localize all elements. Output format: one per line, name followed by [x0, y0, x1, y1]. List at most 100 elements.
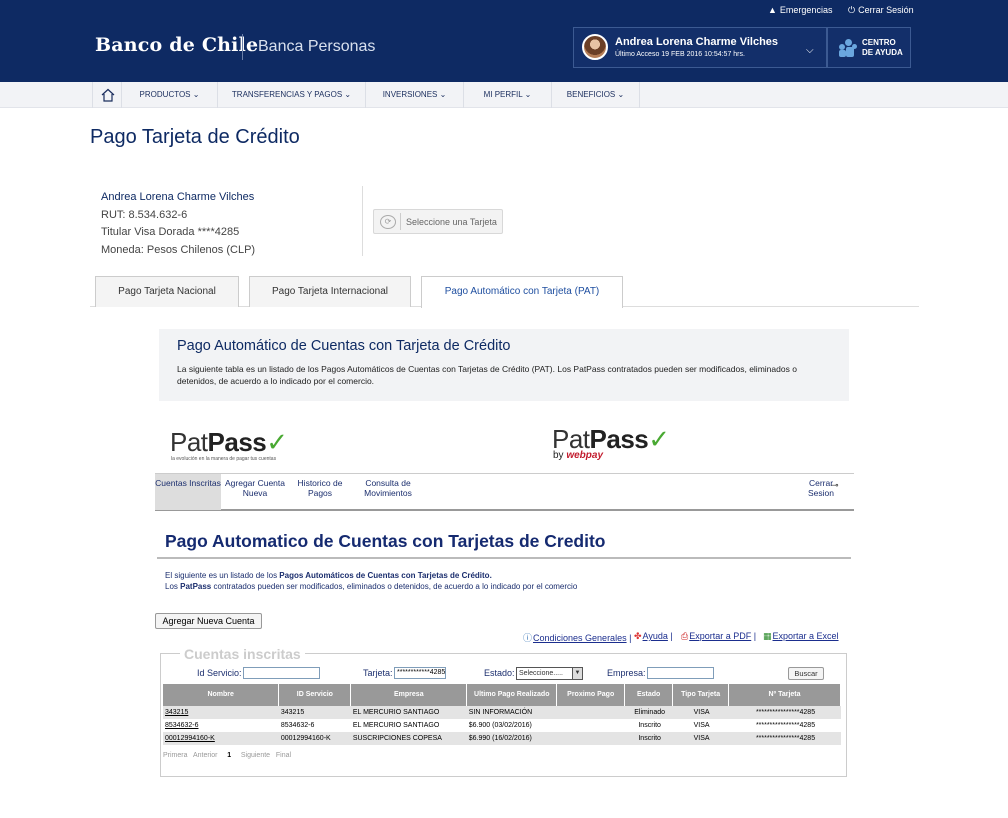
pat-app-title: Pago Automatico de Cuentas con Tarjetas …: [165, 531, 606, 551]
cell-nombre[interactable]: 343215: [163, 706, 279, 719]
user-name: Andrea Lorena Charme Vilches: [615, 36, 779, 48]
info-icon: ⓘ: [523, 633, 533, 643]
cell-id: 00012994160-K: [278, 732, 351, 745]
pdf-icon: ⎙: [681, 631, 689, 641]
cell-nombre[interactable]: 00012994160-K: [163, 732, 279, 745]
pager-current: 1: [227, 752, 232, 759]
pager-prev[interactable]: Anterior: [193, 752, 218, 759]
add-new-account-button[interactable]: Agregar Nueva Cuenta: [155, 613, 262, 629]
cell-tarjeta: ****************4285: [728, 732, 841, 745]
cell-proximo-pago: [556, 706, 625, 719]
cell-empresa: SUSCRIPCIONES COPESA: [350, 732, 467, 745]
brand-subtitle: Banca Personas: [258, 38, 376, 55]
table-row: 343215 343215 EL MERCURIO SANTIAGO SIN I…: [163, 706, 841, 719]
pager-next[interactable]: Siguiente: [241, 752, 270, 759]
status-select[interactable]: Seleccione..... ▼: [516, 667, 583, 680]
tab-nacional[interactable]: Pago Tarjeta Nacional: [95, 276, 239, 307]
cell-ultimo-pago: $6.990 (16/02/2016): [466, 732, 557, 745]
col-tipo-tarjeta[interactable]: Tipo Tarjeta: [672, 684, 730, 706]
nav-transferencias[interactable]: TRANSFERENCIAS Y PAGOS ⌄: [218, 82, 366, 108]
help-link[interactable]: ✤Ayuda |: [634, 631, 673, 642]
company-input[interactable]: [647, 667, 714, 679]
help-center-button[interactable]: CENTRO DE AYUDA: [827, 27, 911, 68]
patpass-tab-consulta[interactable]: Consulta de Movimientos: [355, 474, 421, 510]
card-label: Tarjeta:: [363, 668, 393, 678]
top-header: ▲ Emergencias ⏻ Cerrar Sesión Banco de Chi…: [0, 0, 1008, 82]
people-icon: [838, 38, 858, 58]
col-proximo-pago[interactable]: Proximo Pago: [556, 684, 626, 706]
chevron-down-icon[interactable]: ⌵: [806, 45, 814, 56]
excel-icon: ▦: [763, 631, 772, 641]
patpass-nav: Cuentas Inscritas Agregar Cuenta Nueva H…: [155, 473, 854, 511]
col-estado[interactable]: Estado: [624, 684, 674, 706]
cell-ultimo-pago: $6.900 (03/02/2016): [468, 722, 532, 729]
search-button[interactable]: Buscar: [788, 667, 824, 680]
id-service-input[interactable]: [243, 667, 320, 679]
id-service-label: Id Servicio:: [197, 668, 242, 678]
tab-internacional[interactable]: Pago Tarjeta Internacional: [249, 276, 411, 307]
cell-tipo: VISA: [693, 722, 710, 729]
cell-empresa: EL MERCURIO SANTIAGO: [352, 722, 440, 729]
pager-last[interactable]: Final: [276, 752, 291, 759]
accounts-table: Nombre ID Servicio Empresa Ultimo Pago R…: [163, 684, 841, 745]
col-empresa[interactable]: Empresa: [350, 684, 468, 706]
export-pdf-link[interactable]: ⎙Exportar a PDF |: [681, 631, 756, 642]
home-icon[interactable]: [92, 82, 122, 108]
chevron-down-icon: ▼: [572, 668, 582, 679]
user-menu[interactable]: Andrea Lorena Charme Vilches Último Acce…: [573, 27, 827, 68]
cell-ultimo-pago: SIN INFORMACIÓN: [466, 706, 557, 719]
conditions-link[interactable]: ⓘCondiciones Generales |: [523, 631, 631, 644]
nav-beneficios[interactable]: BENEFICIOS ⌄: [552, 82, 640, 108]
cell-tipo: VISA: [672, 732, 729, 745]
account-card: Titular Visa Dorada ****4285: [101, 226, 240, 238]
cell-proximo-pago: [556, 732, 625, 745]
select-card-button[interactable]: ⟳ Seleccione una Tarjeta: [373, 209, 503, 234]
cell-id: 8534632-6: [280, 722, 315, 729]
button-divider: [400, 213, 401, 230]
emergency-link[interactable]: ▲ Emergencias: [768, 5, 832, 15]
pager-first[interactable]: Primera: [163, 752, 188, 759]
patpass-tab-agregar[interactable]: Agregar Cuenta Nueva: [221, 474, 289, 510]
col-nombre[interactable]: Nombre: [163, 684, 280, 706]
export-excel-link[interactable]: ▦Exportar a Excel: [763, 631, 839, 642]
info-text: La siguiente tabla es un listado de los …: [177, 364, 797, 386]
account-divider: [362, 186, 363, 256]
company-label: Empresa:: [607, 668, 646, 678]
nav-mi-perfil[interactable]: MI PERFIL ⌄: [464, 82, 552, 108]
card-input[interactable]: ************4285: [394, 667, 446, 679]
nav-productos[interactable]: PRODUCTOS ⌄: [122, 82, 218, 108]
title-underline: [157, 557, 851, 559]
cell-estado: Inscrito: [624, 732, 673, 745]
main-nav: PRODUCTOS ⌄ TRANSFERENCIAS Y PAGOS ⌄ INV…: [0, 82, 1008, 108]
patpass-tab-cuentas[interactable]: Cuentas Inscritas: [155, 474, 221, 510]
help-center-label: CENTRO DE AYUDA: [862, 38, 903, 57]
account-holder: Andrea Lorena Charme Vilches: [101, 191, 255, 203]
patpass-tagline: la evolución en la manera de pagar tus c…: [171, 456, 277, 462]
help-icon: ✤: [634, 631, 642, 641]
page-title: Pago Tarjeta de Crédito: [90, 126, 300, 148]
info-box: Pago Automático de Cuentas con Tarjeta d…: [159, 329, 849, 401]
nav-inversiones[interactable]: INVERSIONES ⌄: [366, 82, 464, 108]
power-icon: ⏻: [848, 5, 856, 15]
col-id-servicio[interactable]: ID Servicio: [278, 684, 352, 706]
tab-pat[interactable]: Pago Automático con Tarjeta (PAT): [421, 276, 623, 308]
logo-divider: [242, 34, 243, 60]
col-n-tarjeta[interactable]: Nº Tarjeta: [728, 684, 841, 706]
cell-tipo: VISA: [672, 706, 729, 719]
logout-link[interactable]: ⏻ Cerrar Sesión: [848, 5, 914, 16]
account-rut: RUT: 8.534.632-6: [101, 208, 188, 221]
cell-id: 343215: [278, 706, 351, 719]
pat-app-description: El siguiente es un listado de los Pagos …: [165, 571, 578, 591]
cell-estado: Inscrito: [638, 722, 661, 729]
table-header-row: Nombre ID Servicio Empresa Ultimo Pago R…: [163, 684, 841, 706]
last-access: Último Acceso 19 FEB 2016 10:54:57 hrs.: [615, 51, 745, 58]
bank-logo[interactable]: Banco de Chile: [95, 34, 258, 56]
patpass-tab-historico[interactable]: Historico de Pagos: [289, 474, 351, 510]
info-title: Pago Automático de Cuentas con Tarjeta d…: [177, 338, 511, 354]
account-currency: Moneda: Pesos Chilenos (CLP): [101, 243, 256, 256]
cell-nombre[interactable]: 8534632-6: [163, 719, 279, 732]
account-info: Andrea Lorena Charme Vilches RUT: 8.534.…: [101, 189, 255, 259]
col-ultimo-pago[interactable]: Ultimo Pago Realizado: [466, 684, 558, 706]
cell-proximo-pago: [557, 719, 625, 732]
logout-key-icon: ⊸: [831, 480, 839, 490]
